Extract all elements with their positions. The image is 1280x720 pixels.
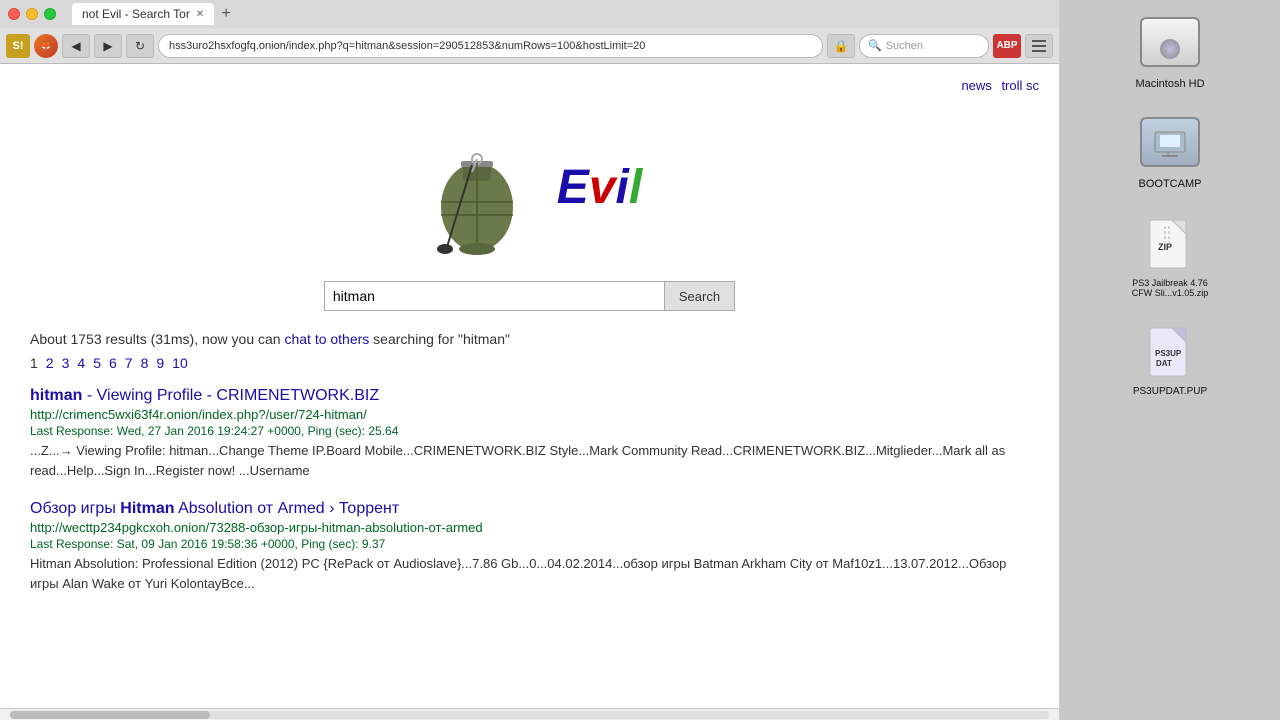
- tab-label: not Evil - Search Tor: [82, 7, 190, 21]
- results-suffix: searching for "hitman": [369, 331, 510, 347]
- nav-bar: S! 🦊 ◀ ▶ ↻ hss3uro2hsxfogfq.onion/index.…: [0, 28, 1059, 64]
- horizontal-scrollbar[interactable]: [0, 708, 1059, 720]
- chat-link[interactable]: chat to others: [284, 331, 369, 347]
- zip-file-icon[interactable]: ZIP PS3 Jailbreak 4.76 CFW Sli...v1.05.z…: [1130, 210, 1210, 298]
- new-tab-button[interactable]: +: [216, 4, 236, 24]
- result-title: hitman - Viewing Profile - CRIMENETWORK.…: [30, 387, 1029, 405]
- scroll-thumb[interactable]: [10, 711, 210, 719]
- page-1[interactable]: 1: [30, 355, 38, 371]
- result-url: http://wecttp234pgkcxoh.onion/73288-обзо…: [30, 520, 1029, 535]
- evil-letter-l: l: [629, 161, 642, 214]
- top-links: news troll sc: [0, 74, 1059, 97]
- results-count-text: About 1753 results (31ms), now you can: [30, 331, 284, 347]
- result-link[interactable]: hitman - Viewing Profile - CRIMENETWORK.…: [30, 387, 379, 404]
- adblock-button[interactable]: ABP: [993, 34, 1021, 58]
- result-meta: Last Response: Sat, 09 Jan 2016 19:58:36…: [30, 537, 1029, 551]
- macintosh-hd-label: Macintosh HD: [1135, 78, 1204, 90]
- pup-file-icon[interactable]: PS3UP DAT PS3UPDAT.PUP: [1133, 318, 1207, 397]
- zip-icon-image: ZIP: [1138, 210, 1202, 274]
- macintosh-hd-icon[interactable]: Macintosh HD: [1135, 10, 1204, 90]
- browser-window: not Evil - Search Tor ✕ + S! 🦊 ◀ ▶ ↻ hss…: [0, 0, 1060, 720]
- page-4[interactable]: 4: [77, 355, 85, 371]
- desktop-sidebar: Macintosh HD BOOTCAMP ZIP: [1060, 0, 1280, 720]
- result-item: hitman - Viewing Profile - CRIMENETWORK.…: [30, 387, 1029, 480]
- page-3[interactable]: 3: [62, 355, 70, 371]
- search-icon: 🔍: [868, 39, 882, 52]
- search-placeholder: Suchen: [886, 40, 923, 52]
- result-url: http://crimenc5wxi63f4r.onion/index.php?…: [30, 407, 1029, 422]
- close-button[interactable]: [8, 8, 20, 20]
- svg-text:PS3UP: PS3UP: [1155, 349, 1182, 358]
- url-bar[interactable]: hss3uro2hsxfogfq.onion/index.php?q=hitma…: [158, 34, 823, 58]
- result-title: Обзор игры Hitman Absolution от Armed › …: [30, 500, 1029, 518]
- refresh-button[interactable]: ↻: [126, 34, 154, 58]
- bootcamp-icon-image: [1138, 110, 1202, 174]
- pagination: 1 2 3 4 5 6 7 8 9 10: [30, 355, 1029, 371]
- page-content: news troll sc: [0, 64, 1059, 708]
- active-tab[interactable]: not Evil - Search Tor ✕: [72, 3, 214, 25]
- page-7[interactable]: 7: [125, 355, 133, 371]
- bootcamp-icon[interactable]: BOOTCAMP: [1138, 110, 1202, 190]
- stumbleupon-icon[interactable]: S!: [6, 34, 30, 58]
- pup-icon-image: PS3UP DAT: [1138, 318, 1202, 382]
- pup-file-label: PS3UPDAT.PUP: [1133, 386, 1207, 397]
- page-8[interactable]: 8: [141, 355, 149, 371]
- grenade-image: [417, 107, 537, 267]
- result-link[interactable]: Обзор игры Hitman Absolution от Armed › …: [30, 500, 399, 517]
- result-title-highlight: Hitman: [120, 500, 174, 517]
- forward-button[interactable]: ▶: [94, 34, 122, 58]
- fox-icon[interactable]: 🦊: [34, 34, 58, 58]
- title-bar: not Evil - Search Tor ✕ +: [0, 0, 1059, 28]
- page-6[interactable]: 6: [109, 355, 117, 371]
- ssl-indicator: 🔒: [827, 34, 855, 58]
- search-input[interactable]: [324, 281, 664, 311]
- browser-search-box[interactable]: 🔍 Suchen: [859, 34, 989, 58]
- evil-letter-e: E: [557, 161, 589, 214]
- zip-file-label: PS3 Jailbreak 4.76 CFW Sli...v1.05.zip: [1130, 278, 1210, 298]
- search-bar-container: Search: [324, 281, 735, 311]
- evil-letter-v: v: [589, 161, 616, 214]
- url-text: hss3uro2hsxfogfq.onion/index.php?q=hitma…: [169, 40, 645, 52]
- page-9[interactable]: 9: [156, 355, 164, 371]
- minimize-button[interactable]: [26, 8, 38, 20]
- hdd-icon-image: [1138, 10, 1202, 74]
- svg-text:DAT: DAT: [1156, 359, 1172, 368]
- page-5[interactable]: 5: [93, 355, 101, 371]
- back-button[interactable]: ◀: [62, 34, 90, 58]
- result-item: Обзор игры Hitman Absolution от Armed › …: [30, 500, 1029, 593]
- scroll-track: [10, 711, 1049, 719]
- result-meta: Last Response: Wed, 27 Jan 2016 19:24:27…: [30, 424, 1029, 438]
- evil-logo: Evil: [557, 160, 642, 215]
- svg-text:ZIP: ZIP: [1158, 242, 1172, 252]
- maximize-button[interactable]: [44, 8, 56, 20]
- logo-area: Evil: [417, 107, 642, 267]
- menu-button[interactable]: [1025, 34, 1053, 58]
- tab-bar: not Evil - Search Tor ✕ +: [72, 3, 236, 25]
- bootcamp-label: BOOTCAMP: [1139, 178, 1202, 190]
- result-title-highlight: hitman: [30, 387, 82, 404]
- result-desc: ...Z...→ Viewing Profile: hitman...Chang…: [30, 441, 1029, 480]
- results-area: About 1753 results (31ms), now you can c…: [0, 331, 1059, 593]
- news-link[interactable]: news: [961, 78, 991, 93]
- search-area: Evil Search: [0, 97, 1059, 331]
- troll-link[interactable]: troll sc: [1001, 78, 1039, 93]
- page-10[interactable]: 10: [172, 355, 188, 371]
- page-2[interactable]: 2: [46, 355, 54, 371]
- tab-close-button[interactable]: ✕: [196, 9, 204, 20]
- result-desc: Hitman Absolution: Professional Edition …: [30, 554, 1029, 593]
- results-summary: About 1753 results (31ms), now you can c…: [30, 331, 1029, 347]
- evil-letter-i: i: [616, 161, 629, 214]
- search-button[interactable]: Search: [664, 281, 735, 311]
